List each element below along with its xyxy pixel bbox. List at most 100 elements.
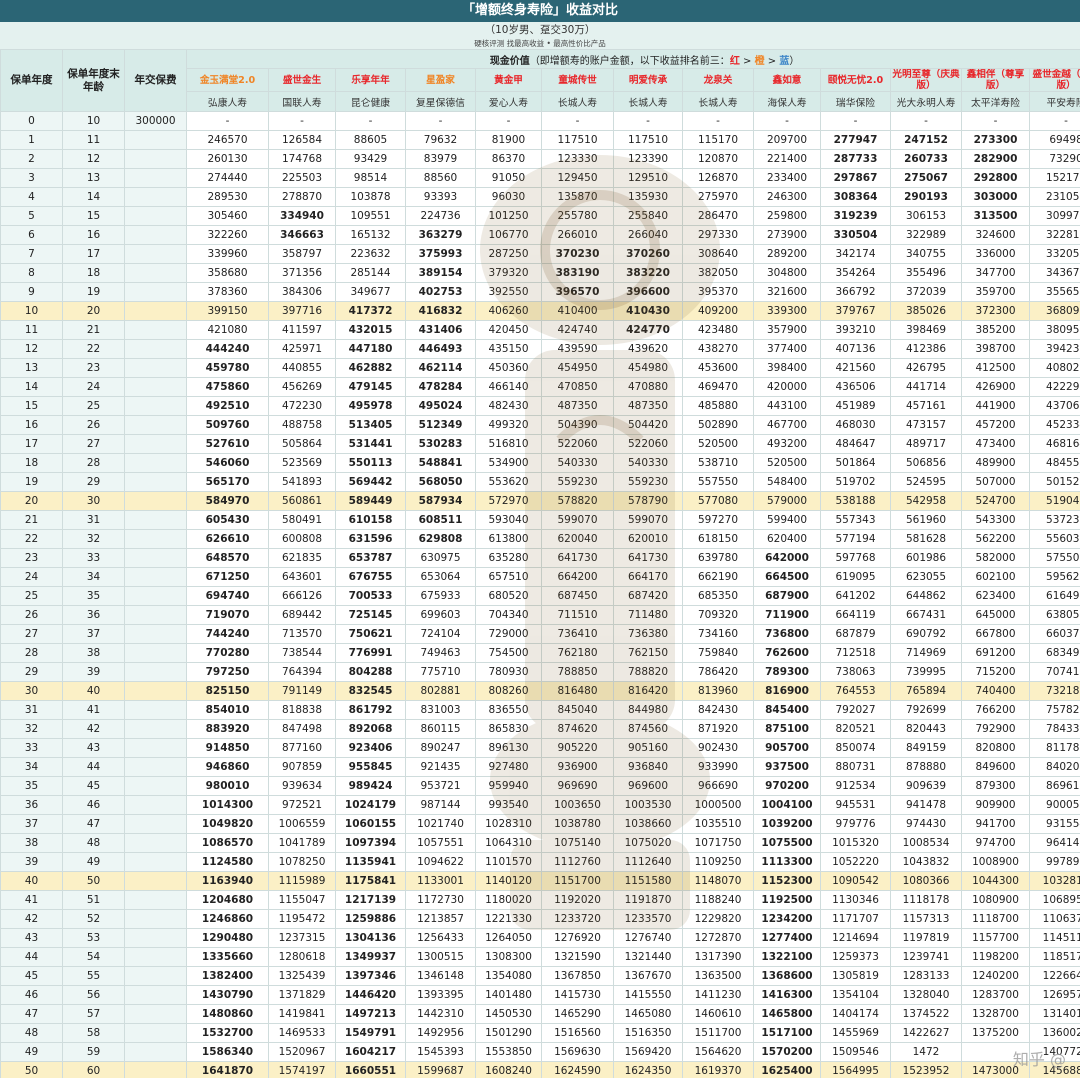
cash-value-cell: 473400	[961, 434, 1030, 454]
cash-value-cell: 883920	[186, 719, 269, 739]
col-header-premium: 年交保费	[124, 49, 187, 112]
cash-value-cell: 974700	[961, 833, 1030, 853]
premium-cell	[124, 1023, 187, 1043]
cash-value-cell: 1217139	[335, 890, 406, 910]
cash-value-cell: 411597	[268, 320, 336, 340]
cash-value-cell: 662190	[682, 567, 754, 587]
cash-value-cell: 398700	[961, 339, 1030, 359]
premium-cell	[124, 491, 187, 511]
cash-value-cell: 641730	[613, 548, 683, 568]
cash-value-cell: 569442	[335, 472, 406, 492]
policy-year-cell: 12	[0, 339, 63, 359]
cash-value-cell: 997897	[1028, 852, 1080, 872]
cash-value-cell: 875100	[753, 719, 821, 739]
cash-value-cell: 974430	[890, 814, 962, 834]
cash-value-cell: 420000	[753, 377, 821, 397]
cash-value-cell: 601986	[890, 548, 962, 568]
table-row: 21 31 605430 580491 610158 608511 593040 599070…	[0, 510, 1080, 530]
cash-value-cell: 907859	[268, 757, 336, 777]
age-cell: 43	[62, 738, 125, 758]
cash-value-cell: 81900	[475, 130, 542, 150]
cash-value-cell: 1106373	[1028, 909, 1080, 929]
product-name: 星盈家	[405, 68, 476, 92]
cash-value-cell: 1516560	[541, 1023, 614, 1043]
cash-value-cell: 1028310	[475, 814, 542, 834]
cash-value-cell: 847498	[268, 719, 336, 739]
cash-value-cell: 274440	[186, 168, 269, 188]
cash-value-cell: 820443	[890, 719, 962, 739]
cash-value-cell: 512349	[405, 415, 476, 435]
age-cell: 50	[62, 871, 125, 891]
cash-value-cell: 1497213	[335, 1004, 406, 1024]
cash-value-cell: 620400	[753, 529, 821, 549]
premium-cell	[124, 757, 187, 777]
cash-value-cell: 1480860	[186, 1004, 269, 1024]
cash-value-cell: 1501290	[475, 1023, 542, 1043]
cash-value-cell: 1163940	[186, 871, 269, 891]
cash-value-cell: 820521	[820, 719, 891, 739]
col-header-age: 保单年度末年龄	[62, 49, 125, 112]
cash-value-cell: 605430	[186, 510, 269, 530]
cash-value-cell: 1411230	[682, 985, 754, 1005]
cash-value-cell: 370260	[613, 244, 683, 264]
cash-value-cell: 736380	[613, 624, 683, 644]
cash-value-cell: 336000	[961, 244, 1030, 264]
cash-value-cell: 600808	[268, 529, 336, 549]
cash-value-cell: 123330	[541, 149, 614, 169]
cash-value-cell: 1101570	[475, 852, 542, 872]
cash-value-cell: 548841	[405, 453, 476, 473]
cash-value-cell: 385026	[890, 301, 962, 321]
table-row: 11 21 421080 411597 432015 431406 420450 424740…	[0, 320, 1080, 340]
cash-value-cell: 1564620	[682, 1042, 754, 1062]
cash-value-cell: 370230	[541, 244, 614, 264]
cash-value-cell: -	[1028, 111, 1080, 131]
cash-value-cell: 1460610	[682, 1004, 754, 1024]
cash-value-cell: 557550	[682, 472, 754, 492]
table-row: 48 58 1532700 1469533 1549791 1492956 1501290 1…	[0, 1023, 1080, 1043]
table-row: 5 15 305460 334940 109551 224736 101250 255780 2…	[0, 206, 1080, 226]
cash-value-cell: 909639	[890, 776, 962, 796]
premium-cell	[124, 149, 187, 169]
cash-value-cell: 115170	[682, 130, 754, 150]
cash-value-cell: 953721	[405, 776, 476, 796]
table-row: 38 48 1086570 1041789 1097394 1057551 1064310 1…	[0, 833, 1080, 853]
cash-value-cell: 470880	[613, 377, 683, 397]
cash-value-cell: 616493	[1028, 586, 1080, 606]
policy-year-cell: 31	[0, 700, 63, 720]
cash-value-cell: 786420	[682, 662, 754, 682]
cash-value-cell: 469470	[682, 377, 754, 397]
cash-value-cell: 389154	[405, 263, 476, 283]
premium-cell	[124, 909, 187, 929]
cash-value-cell: 1277400	[753, 928, 821, 948]
cash-value-cell: 1360023	[1028, 1023, 1080, 1043]
cash-value-cell: 941478	[890, 795, 962, 815]
cash-value-cell: 724104	[405, 624, 476, 644]
cash-value-cell: 993540	[475, 795, 542, 815]
cash-value-cell: 1367670	[613, 966, 683, 986]
cash-value-cell: 209700	[753, 130, 821, 150]
cash-value-cell: 900053	[1028, 795, 1080, 815]
table-row: 7 17 339960 358797 223632 375993 287250 370230 3…	[0, 244, 1080, 264]
cash-value-cell: 278870	[268, 187, 336, 207]
cash-value-cell: 1272870	[682, 928, 754, 948]
cash-value-cell: 791149	[268, 681, 336, 701]
cash-value-cell: 850074	[820, 738, 891, 758]
cash-value-cell: 437061	[1028, 396, 1080, 416]
cash-value-cell: 493200	[753, 434, 821, 454]
cash-value-cell: 1038660	[613, 814, 683, 834]
cash-value-cell: 831003	[405, 700, 476, 720]
cash-value-cell: 224736	[405, 206, 476, 226]
cash-value-cell: 593040	[475, 510, 542, 530]
cash-value-cell: 297867	[820, 168, 891, 188]
cash-value-cell: 1308300	[475, 947, 542, 967]
cash-value-cell: 546060	[186, 453, 269, 473]
cash-value-cell: 711900	[753, 605, 821, 625]
cash-value-cell: 501521	[1028, 472, 1080, 492]
cash-value-cell: 543300	[961, 510, 1030, 530]
cash-value-cell: 304800	[753, 263, 821, 283]
cash-value-cell: 1363500	[682, 966, 754, 986]
premium-cell	[124, 947, 187, 967]
header-row-1: 保单年度 保单年度末年龄 年交保费 现金价值（即增额寿的账户金额，以下收益排名前…	[0, 49, 1080, 112]
table-row: 37 47 1049820 1006559 1060155 1021740 1028310 1…	[0, 814, 1080, 834]
cash-value-cell: 941700	[961, 814, 1030, 834]
